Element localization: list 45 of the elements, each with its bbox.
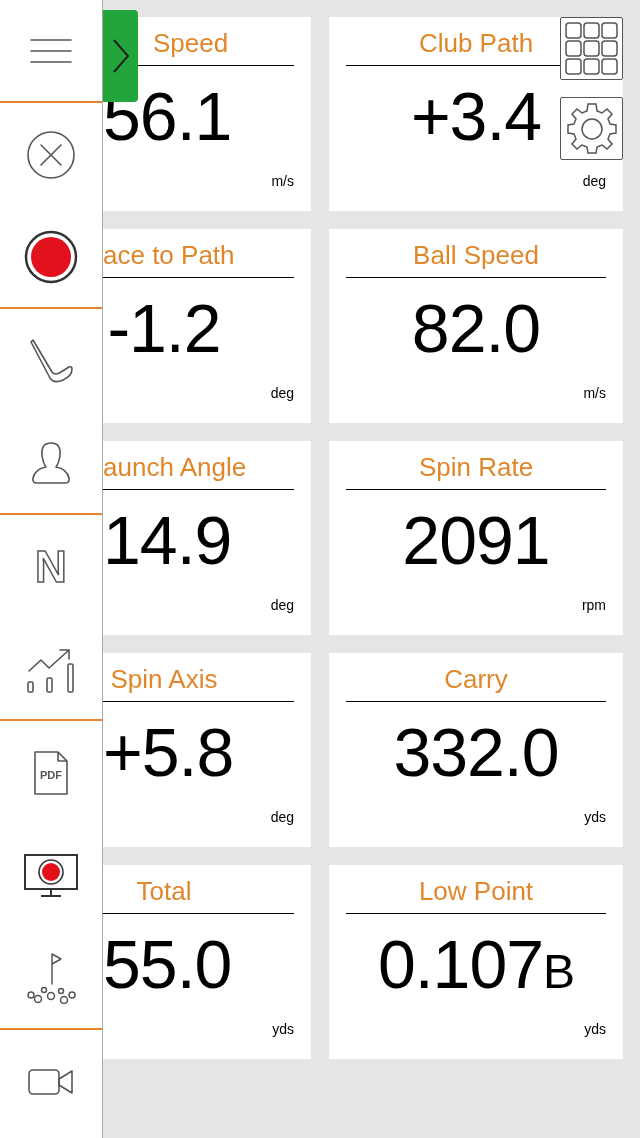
golf-target-icon (25, 951, 77, 1004)
metric-unit: deg (270, 810, 294, 824)
metric-title: ace to Path (103, 239, 235, 271)
metric-value: -1.2 (107, 294, 221, 362)
metric-value: +3.4 (410, 82, 542, 150)
person-icon (31, 440, 71, 485)
metric-title: Carry (444, 663, 508, 695)
metric-unit: deg (582, 174, 606, 188)
settings-button[interactable] (560, 97, 623, 160)
metric-value: 14.9 (103, 506, 232, 574)
settings-icon (565, 102, 618, 155)
metric-unit: m/s (583, 386, 606, 400)
metric-value: 0.107B (377, 930, 575, 998)
metric-value: 55.0 (103, 930, 232, 998)
metric-title: Spin Axis (110, 663, 218, 695)
letter-icon: N (35, 544, 67, 589)
metric-title: Ball Speed (413, 239, 539, 271)
metric-title: Low Point (418, 875, 534, 907)
metric-title: Total (136, 875, 192, 907)
metric-value: 332.0 (393, 718, 559, 786)
layout-grid-button[interactable] (560, 17, 623, 80)
metric-unit: deg (270, 598, 294, 612)
golf-club-icon (28, 337, 74, 384)
screen-record-icon (24, 853, 78, 898)
metric-title: Speed (153, 27, 229, 59)
metric-unit: yds (272, 1022, 294, 1036)
video-camera-icon (28, 1068, 74, 1095)
close-icon (26, 129, 76, 180)
metric-unit: yds (584, 1022, 606, 1036)
metric-value: +5.8 (103, 718, 234, 786)
metric-title: aunch Angle (103, 451, 247, 483)
metric-title: Club Path (418, 27, 534, 59)
menu-icon (30, 37, 72, 64)
metric-unit: yds (584, 810, 606, 824)
sidebar-item[interactable]: PDF (0, 721, 102, 824)
metric-value: 2091 (402, 506, 550, 574)
chevron-right-icon (111, 38, 130, 74)
metric-unit: m/s (271, 174, 294, 188)
metric-title: Spin Rate (418, 451, 534, 483)
sidebar-item[interactable]: N (0, 515, 102, 618)
metric-value: 82.0 (411, 294, 541, 362)
record-icon (24, 229, 78, 284)
metric-unit: rpm (581, 598, 606, 612)
metric-unit: deg (270, 386, 294, 400)
grid-icon (565, 22, 618, 75)
